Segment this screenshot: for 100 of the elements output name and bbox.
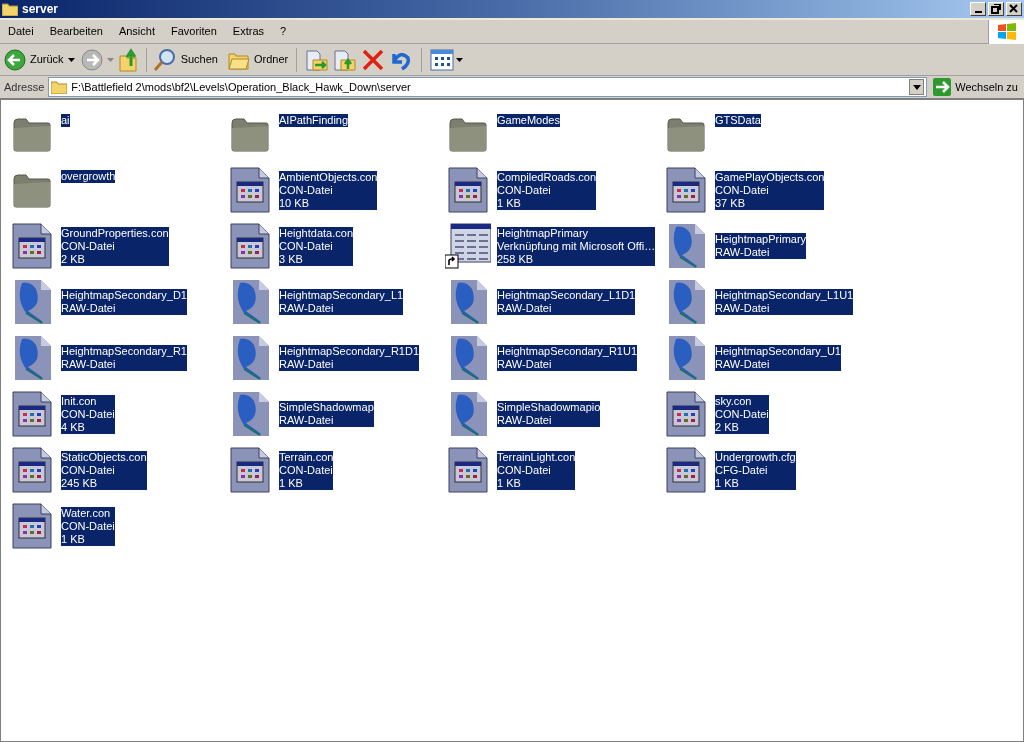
file-label[interactable]: SimpleShadowmap RAW-Datei <box>279 401 374 427</box>
window-title: server <box>22 1 59 18</box>
copy-to-icon[interactable] <box>333 47 358 72</box>
address-text: F:\Battlefield 2\mods\bf2\Levels\Operation_Black_Hawk_Down\server <box>71 79 411 95</box>
file-name: SimpleShadowmapio <box>497 401 601 414</box>
file-label[interactable]: Heightdata.con CON-Datei 3 KB <box>279 226 353 266</box>
document-window-icon <box>666 447 706 493</box>
file-label[interactable]: HeightmapSecondary_D1 RAW-Datei <box>61 289 187 315</box>
feather-document-icon <box>448 335 488 381</box>
file-label[interactable]: HeightmapSecondary_R1D1 RAW-Datei <box>279 345 420 371</box>
file-name: HeightmapSecondary_L1 <box>279 289 404 302</box>
menu-item[interactable]: ? <box>272 23 295 40</box>
go-arrow-icon <box>933 78 952 96</box>
menu-item[interactable]: Favoriten <box>163 23 225 40</box>
feather-document-icon <box>666 223 706 269</box>
file-label[interactable]: TerrainLight.con CON-Datei 1 KB <box>497 450 576 490</box>
menu-item[interactable]: Bearbeiten <box>41 23 111 40</box>
file-size: 1 KB <box>61 532 86 546</box>
file-label[interactable]: SimpleShadowmapio RAW-Datei <box>497 401 601 427</box>
menu-item[interactable]: Datei <box>0 23 42 40</box>
feather-document-icon <box>12 279 52 325</box>
spreadsheet-shortcut-icon <box>445 223 491 269</box>
file-name[interactable]: GameModes <box>497 114 560 127</box>
file-label[interactable]: sky.con CON-Datei 2 KB <box>715 394 769 434</box>
file-label[interactable]: HeightmapSecondary_R1 RAW-Datei <box>61 345 187 371</box>
restore-button[interactable] <box>988 2 1004 16</box>
file-label[interactable]: GroundProperties.con CON-Datei 2 KB <box>61 226 169 266</box>
file-name: HeightmapPrimary <box>715 233 807 246</box>
dropdown-button[interactable] <box>909 79 925 95</box>
file-size: 2 KB <box>715 420 740 434</box>
file-name: HeightmapSecondary_R1D1 <box>279 345 420 358</box>
close-button[interactable] <box>1006 2 1022 16</box>
back-button[interactable]: Zurück <box>4 48 77 71</box>
file-label[interactable]: AmbientObjects.con CON-Datei 10 KB <box>279 170 378 210</box>
document-window-icon <box>666 167 706 213</box>
file-name: GamePlayObjects.con <box>715 170 825 184</box>
file-label[interactable]: Terrain.con CON-Datei 1 KB <box>279 450 334 490</box>
feather-document-icon <box>666 335 706 381</box>
forward-button[interactable] <box>80 48 114 71</box>
file-type: CON-Datei <box>279 463 334 477</box>
document-window-icon <box>12 391 52 437</box>
file-type: RAW-Datei <box>61 302 117 315</box>
address-field[interactable]: F:\Battlefield 2\mods\bf2\Levels\Operation_Black_Hawk_Down\server <box>48 77 928 97</box>
move-to-icon[interactable] <box>305 47 330 72</box>
menu-item[interactable]: Ansicht <box>110 23 163 40</box>
file-name[interactable]: AIPathFinding <box>279 114 349 127</box>
file-size: 4 KB <box>61 420 86 434</box>
file-label[interactable]: HeightmapPrimary RAW-Datei <box>715 233 807 259</box>
feather-document-icon <box>666 279 706 325</box>
file-label[interactable]: Water.con CON-Datei 1 KB <box>61 506 115 546</box>
file-name[interactable]: overgrowth <box>61 170 116 183</box>
folder-up-icon[interactable] <box>117 47 140 72</box>
file-label[interactable]: Undergrowth.cfg CFG-Datei 1 KB <box>715 450 796 490</box>
menu-item[interactable]: Extras <box>224 23 273 40</box>
folder-icon <box>12 171 52 209</box>
document-window-icon <box>230 447 270 493</box>
views-button[interactable] <box>430 48 464 71</box>
file-type: CON-Datei <box>497 183 552 197</box>
folder-icon <box>666 115 706 153</box>
file-name[interactable]: ai <box>61 114 70 127</box>
file-type: RAW-Datei <box>497 414 553 427</box>
file-type: CON-Datei <box>715 407 769 421</box>
document-window-icon <box>448 167 488 213</box>
folder-icon <box>12 115 52 153</box>
file-name[interactable]: GTSData <box>715 114 761 127</box>
file-label[interactable]: HeightmapSecondary_L1 RAW-Datei <box>279 289 404 315</box>
address-label: Adresse <box>4 79 45 95</box>
file-label[interactable]: HeightmapSecondary_L1U1 RAW-Datei <box>715 289 854 315</box>
document-window-icon <box>12 223 52 269</box>
file-label[interactable]: HeightmapPrimary Verknüpfung mit Microsoft Offi… 258 KB <box>497 226 656 266</box>
file-label[interactable]: HeightmapSecondary_R1U1 RAW-Datei <box>497 345 638 371</box>
file-type: CON-Datei <box>279 239 334 253</box>
file-label[interactable]: HeightmapSecondary_L1D1 RAW-Datei <box>497 289 636 315</box>
file-type: CON-Datei <box>279 183 334 197</box>
file-name: AmbientObjects.con <box>279 170 378 184</box>
file-size: 1 KB <box>497 476 522 490</box>
file-label[interactable]: GamePlayObjects.con CON-Datei 37 KB <box>715 170 825 210</box>
file-label[interactable]: HeightmapSecondary_U1 RAW-Datei <box>715 345 841 371</box>
file-label[interactable]: CompiledRoads.con CON-Datei 1 KB <box>497 170 597 210</box>
file-size: 1 KB <box>715 476 740 490</box>
file-type: CON-Datei <box>715 183 770 197</box>
file-type: RAW-Datei <box>715 358 771 371</box>
file-type: RAW-Datei <box>715 246 771 259</box>
file-type: RAW-Datei <box>715 302 771 315</box>
search-button[interactable]: Suchen <box>152 47 218 72</box>
file-name: HeightmapSecondary_L1D1 <box>497 289 636 302</box>
minimize-button[interactable] <box>970 2 986 16</box>
file-name: SimpleShadowmap <box>279 401 374 414</box>
delete-icon[interactable] <box>361 47 386 72</box>
file-size: 10 KB <box>279 196 310 210</box>
document-window-icon <box>230 167 270 213</box>
feather-document-icon <box>230 391 270 437</box>
search-icon <box>152 47 177 72</box>
file-label[interactable]: StaticObjects.con CON-Datei 245 KB <box>61 450 147 490</box>
folders-button[interactable]: Ordner <box>227 49 289 70</box>
file-type: RAW-Datei <box>279 358 335 371</box>
go-button[interactable]: Wechseln zu <box>931 78 1020 96</box>
file-label[interactable]: Init.con CON-Datei 4 KB <box>61 394 115 434</box>
file-name: HeightmapPrimary <box>497 226 590 240</box>
file-name: HeightmapSecondary_D1 <box>61 289 187 302</box>
